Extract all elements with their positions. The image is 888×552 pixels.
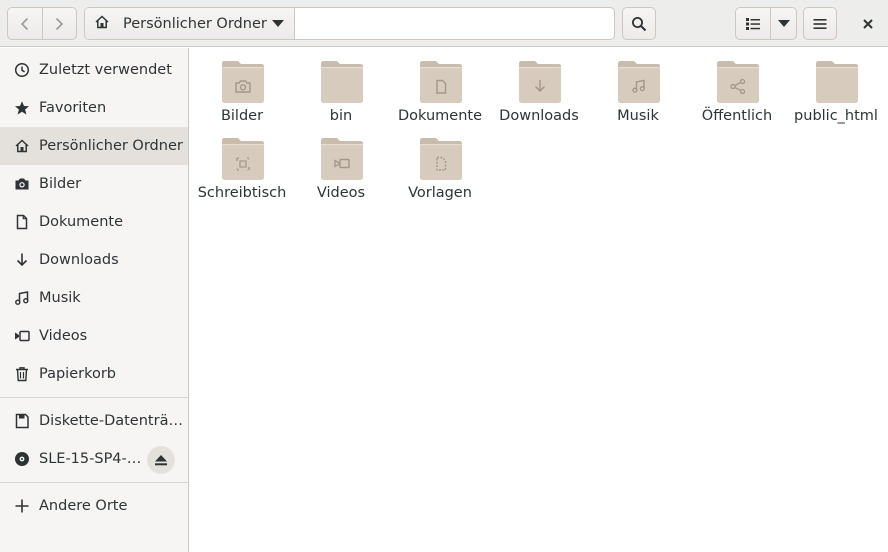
camera-icon	[14, 176, 30, 192]
disc-icon	[14, 451, 30, 467]
folder-item[interactable]: Schreibtisch	[193, 129, 291, 205]
folder-desktop-icon	[222, 138, 264, 180]
sidebar-item-label: SLE-15-SP4-…	[39, 451, 142, 467]
sidebar-item-downloads[interactable]: Downloads	[0, 241, 188, 279]
folder-name: Schreibtisch	[197, 185, 287, 201]
path-bar: Persönlicher Ordner	[84, 7, 615, 40]
music-icon	[14, 290, 30, 306]
folder-item[interactable]: Bilder	[193, 52, 291, 128]
sidebar-item-label: Videos	[39, 328, 88, 344]
folder-item[interactable]: Dokumente	[391, 52, 489, 128]
drive-icon	[14, 413, 30, 429]
view-options	[735, 7, 797, 40]
sidebar-item-disc[interactable]: SLE-15-SP4-…	[0, 440, 188, 478]
folder-name: Dokumente	[397, 108, 483, 124]
sidebar-item-recent[interactable]: Zuletzt verwendet	[0, 51, 188, 89]
folder-item[interactable]: Musik	[589, 52, 687, 128]
path-crumb-label: Persönlicher Ordner	[123, 15, 267, 32]
chevron-left-icon	[20, 17, 29, 30]
folder-name: Musik	[617, 108, 659, 124]
view-options-dropdown[interactable]	[771, 8, 796, 39]
sidebar-item-label: Persönlicher Ordner	[39, 138, 183, 154]
sidebar-item-label: Papierkorb	[39, 366, 117, 382]
folder-item[interactable]: Downloads	[490, 52, 588, 128]
eject-button[interactable]	[147, 446, 175, 474]
sidebar-item-label: Zuletzt verwendet	[39, 62, 172, 78]
sidebar-item-label: Favoriten	[39, 100, 107, 116]
path-bar-empty-area	[295, 8, 614, 39]
download-icon	[14, 252, 30, 268]
sidebar-item-label: Bilder	[39, 176, 82, 192]
folder-item[interactable]: Videos	[292, 129, 390, 205]
sidebar-item-trash[interactable]: Papierkorb	[0, 355, 188, 393]
sidebar-separator	[0, 397, 188, 398]
navigation-buttons	[7, 7, 77, 40]
folder-name: Downloads	[499, 108, 579, 124]
folder-name: public_html	[794, 108, 878, 124]
folder-name: bin	[329, 108, 353, 124]
folder-name: Öffentlich	[701, 108, 773, 124]
document-icon	[14, 214, 30, 230]
search-icon	[632, 16, 647, 31]
sidebar-item-label: Musik	[39, 290, 81, 306]
sidebar: Zuletzt verwendet Favoriten Persönlicher…	[0, 48, 189, 552]
folder-icon	[816, 61, 858, 103]
main-menu-button[interactable]	[803, 7, 837, 40]
back-button[interactable]	[8, 8, 42, 39]
pan-down-icon[interactable]	[272, 16, 284, 32]
folder-item[interactable]: Öffentlich	[688, 52, 786, 128]
sidebar-item-pictures[interactable]: Bilder	[0, 165, 188, 203]
sidebar-item-music[interactable]: Musik	[0, 279, 188, 317]
sidebar-separator	[0, 482, 188, 483]
folder-name: Bilder	[220, 108, 264, 124]
folder-item[interactable]: bin	[292, 52, 390, 128]
folder-download-icon	[519, 61, 561, 103]
clock-icon	[14, 62, 30, 78]
trash-icon	[14, 366, 30, 382]
video-icon	[14, 328, 30, 344]
hamburger-menu-icon	[813, 18, 827, 29]
folder-icon	[321, 61, 363, 103]
folder-camera-icon	[222, 61, 264, 103]
folder-name: Videos	[316, 185, 366, 201]
sidebar-item-floppy[interactable]: Diskette-Datenträ…	[0, 402, 188, 440]
sidebar-item-label: Diskette-Datenträ…	[39, 413, 183, 429]
search-button[interactable]	[622, 7, 656, 40]
eject-icon	[155, 455, 167, 466]
folder-item[interactable]: Vorlagen	[391, 129, 489, 205]
list-view-button[interactable]	[736, 8, 771, 39]
folder-template-icon	[420, 138, 462, 180]
folder-name: Vorlagen	[408, 185, 472, 201]
folder-video-icon	[321, 138, 363, 180]
chevron-right-icon	[56, 17, 64, 30]
pan-down-icon	[777, 19, 790, 27]
home-icon	[94, 14, 110, 34]
sidebar-item-label: Downloads	[39, 252, 119, 268]
sidebar-item-favorites[interactable]: Favoriten	[0, 89, 188, 127]
plus-icon	[14, 498, 30, 514]
close-icon	[863, 18, 873, 29]
folder-share-icon	[717, 61, 759, 103]
header-bar: Persönlicher Ordner	[0, 0, 888, 47]
sidebar-item-label: Andere Orte	[39, 498, 128, 514]
close-window-button[interactable]	[852, 7, 884, 40]
folder-item[interactable]: public_html	[787, 52, 885, 128]
folder-music-icon	[618, 61, 660, 103]
sidebar-item-label: Dokumente	[39, 214, 124, 230]
forward-button[interactable]	[41, 8, 76, 39]
sidebar-item-home[interactable]: Persönlicher Ordner	[0, 127, 188, 165]
folder-view: Bilder bin Dokumente Downloads Musik Öffentli…	[190, 48, 888, 552]
star-icon	[14, 100, 30, 116]
sidebar-item-other-locations[interactable]: Andere Orte	[0, 487, 188, 525]
home-icon	[14, 138, 30, 154]
sidebar-item-documents[interactable]: Dokumente	[0, 203, 188, 241]
path-crumb-home[interactable]: Persönlicher Ordner	[85, 8, 295, 39]
folder-document-icon	[420, 61, 462, 103]
list-view-icon	[746, 17, 760, 30]
sidebar-item-videos[interactable]: Videos	[0, 317, 188, 355]
